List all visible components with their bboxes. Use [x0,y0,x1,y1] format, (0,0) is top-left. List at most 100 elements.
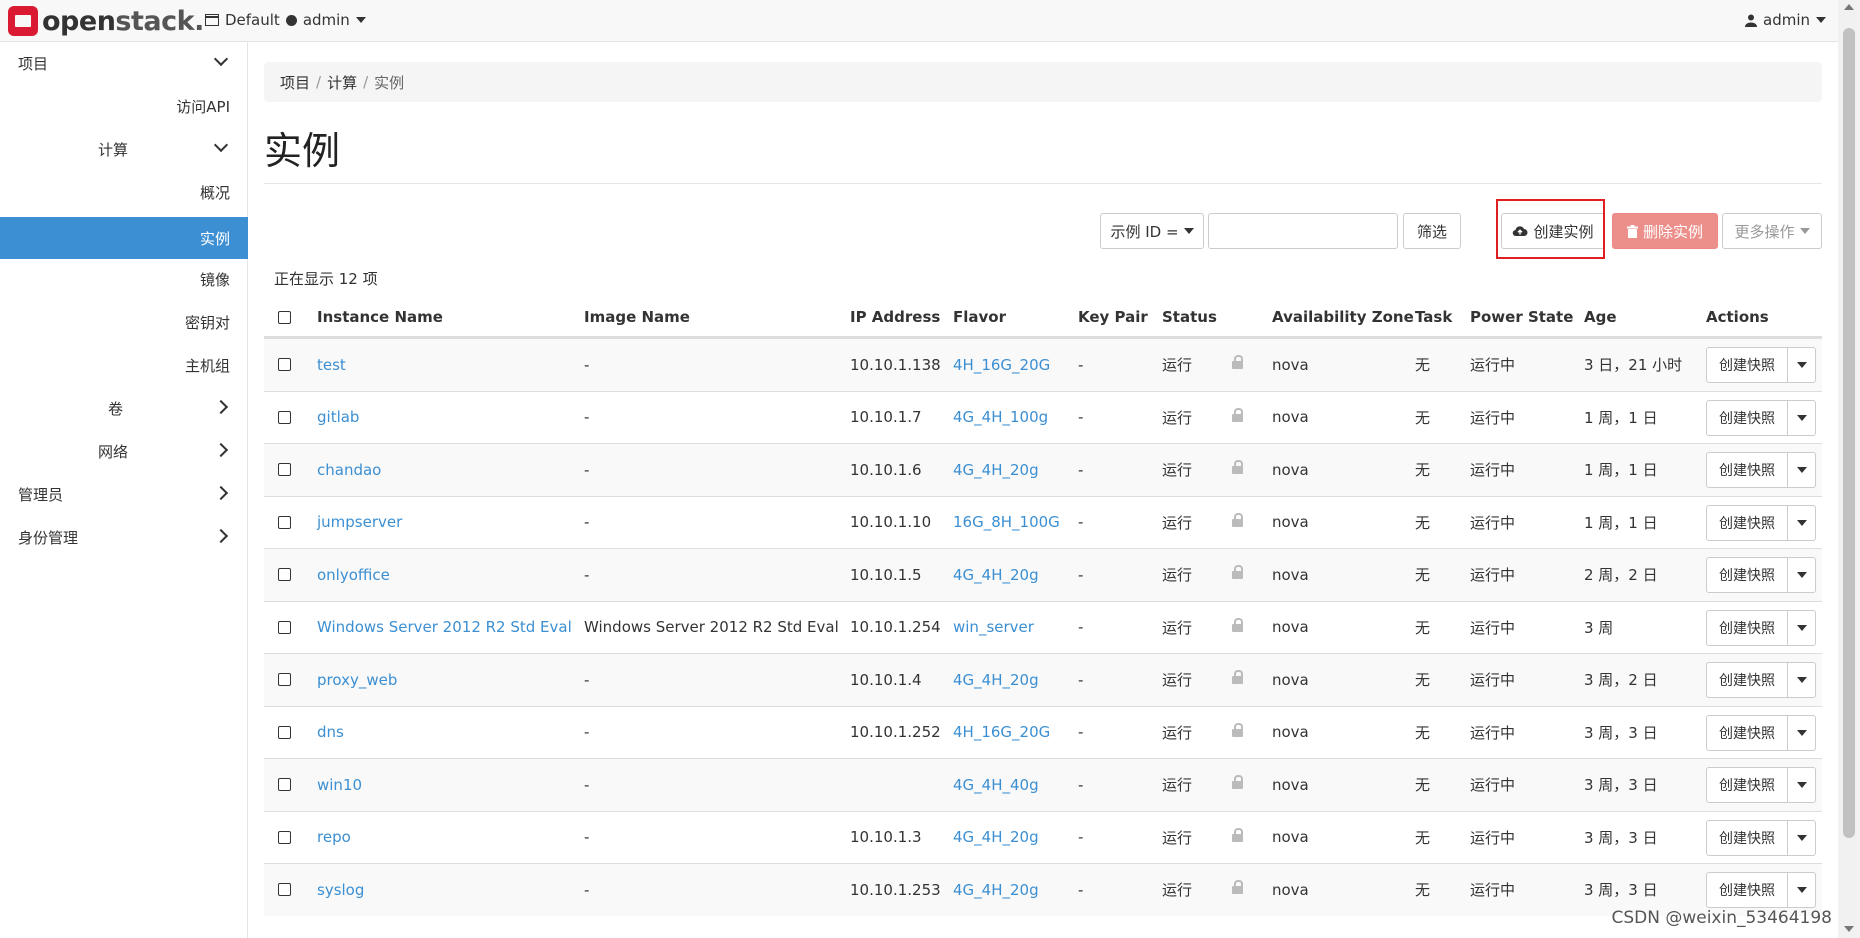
create-snapshot-button[interactable]: 创建快照 [1706,504,1788,541]
flavor-link[interactable]: 4G_4H_20g [953,654,1039,706]
sidebar-item-volumes[interactable]: 卷 [0,387,248,429]
row-select-checkbox[interactable] [278,707,291,759]
breadcrumb-item-compute[interactable]: 计算 [327,72,357,93]
user-menu[interactable]: admin [1745,11,1826,29]
row-select-checkbox[interactable] [278,812,291,864]
sidebar-item-overview[interactable]: 概况 [0,171,248,213]
create-snapshot-button[interactable]: 创建快照 [1706,399,1788,436]
row-select-checkbox[interactable] [278,392,291,444]
unlock-icon[interactable] [1232,864,1244,916]
column-header-image-name[interactable]: Image Name [584,296,690,338]
scroll-up-arrow-icon[interactable] [1844,4,1854,10]
row-actions-dropdown[interactable] [1788,714,1816,751]
flavor-link[interactable]: 16G_8H_100G [953,497,1060,549]
row-actions-dropdown[interactable] [1788,347,1816,383]
row-actions-dropdown[interactable] [1788,452,1816,488]
instance-name-link[interactable]: onlyoffice [317,549,390,601]
sidebar-item-key-pairs[interactable]: 密钥对 [0,301,248,343]
sidebar-item-admin[interactable]: 管理员 [0,473,248,515]
column-header-ip-address[interactable]: IP Address [850,296,940,338]
instance-name-link[interactable]: repo [317,812,351,864]
unlock-icon[interactable] [1232,339,1244,391]
instance-name-link[interactable]: dns [317,707,344,759]
row-actions-dropdown[interactable] [1788,609,1816,646]
create-snapshot-button[interactable]: 创建快照 [1706,819,1788,856]
flavor-link[interactable]: win_server [953,602,1034,654]
column-header-age[interactable]: Age [1584,296,1617,338]
instance-name-link[interactable]: syslog [317,864,364,916]
flavor-link[interactable]: 4G_4H_100g [953,392,1048,444]
row-select-checkbox[interactable] [278,339,291,391]
row-select-checkbox[interactable] [278,602,291,654]
unlock-icon[interactable] [1232,549,1244,601]
unlock-icon[interactable] [1232,497,1244,549]
create-snapshot-button[interactable]: 创建快照 [1706,557,1788,593]
flavor-link[interactable]: 4G_4H_20g [953,549,1039,601]
more-actions-button[interactable]: 更多操作 [1722,213,1822,249]
unlock-icon[interactable] [1232,812,1244,864]
row-select-checkbox[interactable] [278,497,291,549]
row-actions-dropdown[interactable] [1788,662,1816,698]
create-snapshot-button[interactable]: 创建快照 [1706,767,1788,803]
sidebar-item-identity[interactable]: 身份管理 [0,516,248,558]
filter-button[interactable]: 筛选 [1403,213,1461,249]
column-header-key-pair[interactable]: Key Pair [1078,296,1148,338]
flavor-link[interactable]: 4G_4H_20g [953,864,1039,916]
sidebar-item-images[interactable]: 镜像 [0,258,248,300]
column-header-status[interactable]: Status [1162,296,1217,338]
row-actions-dropdown[interactable] [1788,399,1816,436]
sidebar-item-api-access[interactable]: 访问API [0,85,248,127]
create-snapshot-button[interactable]: 创建快照 [1706,662,1788,698]
instance-name-link[interactable]: Windows Server 2012 R2 Std Eval [317,602,572,654]
flavor-link[interactable]: 4G_4H_40g [953,759,1039,811]
unlock-icon[interactable] [1232,759,1244,811]
project-selector[interactable]: Default admin [205,11,366,29]
create-snapshot-button[interactable]: 创建快照 [1706,609,1788,646]
sidebar-item-compute[interactable]: 计算 [0,128,248,170]
unlock-icon[interactable] [1232,707,1244,759]
flavor-link[interactable]: 4G_4H_20g [953,444,1039,496]
create-snapshot-button[interactable]: 创建快照 [1706,872,1788,908]
sidebar-item-network[interactable]: 网络 [0,430,248,472]
instance-name-link[interactable]: proxy_web [317,654,397,706]
sidebar-item-project[interactable]: 项目 [0,42,248,84]
row-actions-dropdown[interactable] [1788,819,1816,856]
column-header-task[interactable]: Task [1415,296,1452,338]
scroll-down-arrow-icon[interactable] [1844,926,1854,932]
row-actions-dropdown[interactable] [1788,767,1816,803]
unlock-icon[interactable] [1232,602,1244,654]
instance-name-link[interactable]: test [317,339,346,391]
row-actions-dropdown[interactable] [1788,504,1816,541]
filter-field-select[interactable]: 示例 ID = [1100,213,1204,249]
instance-name-link[interactable]: gitlab [317,392,359,444]
flavor-link[interactable]: 4H_16G_20G [953,339,1050,391]
row-select-checkbox[interactable] [278,864,291,916]
filter-search-input[interactable] [1208,213,1398,249]
unlock-icon[interactable] [1232,392,1244,444]
unlock-icon[interactable] [1232,444,1244,496]
page-scrollbar[interactable] [1838,0,1860,938]
row-select-checkbox[interactable] [278,654,291,706]
column-header-power-state[interactable]: Power State [1470,296,1573,338]
delete-instances-button[interactable]: 删除实例 [1612,213,1718,249]
openstack-logo[interactable]: openstack. [8,6,204,37]
select-all-checkbox[interactable] [278,296,291,338]
sidebar-item-server-groups[interactable]: 主机组 [0,344,248,386]
row-select-checkbox[interactable] [278,549,291,601]
instance-name-link[interactable]: jumpserver [317,497,402,549]
sidebar-item-instances[interactable]: 实例 [0,217,248,259]
breadcrumb-item-project[interactable]: 项目 [280,72,310,93]
create-snapshot-button[interactable]: 创建快照 [1706,452,1788,488]
column-header-flavor[interactable]: Flavor [953,296,1006,338]
unlock-icon[interactable] [1232,654,1244,706]
create-snapshot-button[interactable]: 创建快照 [1706,347,1788,383]
row-actions-dropdown[interactable] [1788,557,1816,593]
column-header-instance-name[interactable]: Instance Name [317,296,443,338]
row-actions-dropdown[interactable] [1788,872,1816,908]
instance-name-link[interactable]: win10 [317,759,362,811]
scrollbar-thumb[interactable] [1843,28,1855,838]
flavor-link[interactable]: 4H_16G_20G [953,707,1050,759]
create-snapshot-button[interactable]: 创建快照 [1706,714,1788,751]
row-select-checkbox[interactable] [278,759,291,811]
column-header-availability-zone[interactable]: Availability Zone [1272,296,1414,338]
